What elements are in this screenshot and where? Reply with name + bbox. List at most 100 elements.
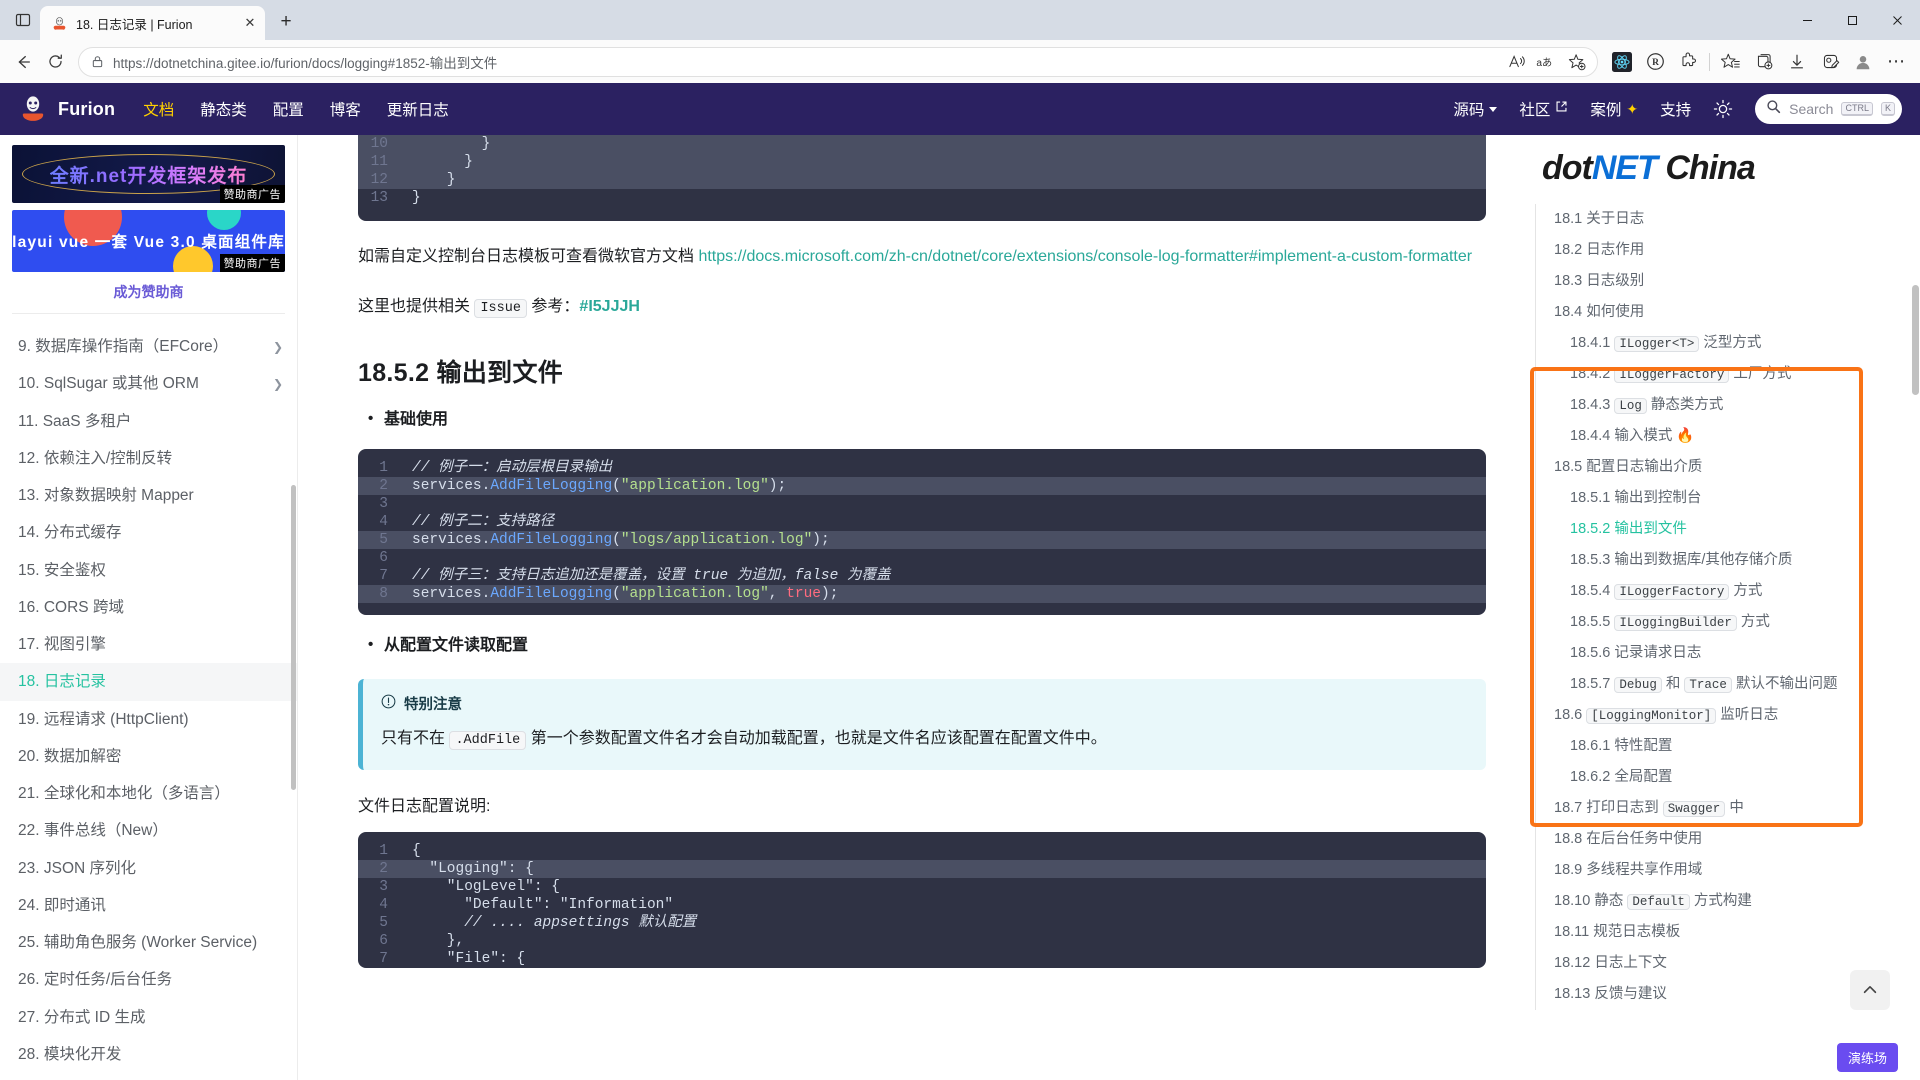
nav-cases-label: 案例	[1590, 102, 1622, 119]
sidebar-item-scheduler[interactable]: 26. 定时任务/后台任务	[0, 961, 297, 998]
react-devtools-icon[interactable]	[1606, 47, 1638, 77]
toc-item-18-5-5[interactable]: 18.5.5 ILoggingBuilder 方式	[1536, 607, 1920, 638]
extension-circle-icon[interactable]: R	[1639, 47, 1671, 77]
translate-icon[interactable]: aあ	[1533, 49, 1561, 75]
nav-item-source[interactable]: 源码	[1453, 98, 1498, 120]
sidebar-item-sqlsugar[interactable]: 10. SqlSugar 或其他 ORM ❯	[0, 365, 297, 402]
nav-item-config[interactable]: 配置	[273, 98, 304, 120]
favorites-icon[interactable]	[1715, 47, 1747, 77]
sidebar-item-mapper[interactable]: 13. 对象数据映射 Mapper	[0, 477, 297, 514]
sidebar-item-auth[interactable]: 15. 安全鉴权	[0, 552, 297, 589]
paragraph-issue: 这里也提供相关 Issue 参考：#I5JJJH	[358, 293, 1486, 323]
sidebar-item-di[interactable]: 12. 依赖注入/控制反转	[0, 440, 297, 477]
reload-icon[interactable]	[40, 47, 70, 77]
paragraph-console-formatter: 如需自定义控制台日志模板可查看微软官方文档 https://docs.micro…	[358, 243, 1486, 271]
sidebar-item-httpclient[interactable]: 19. 远程请求 (HttpClient)	[0, 701, 297, 738]
microsoft-docs-link[interactable]: https://docs.microsoft.com/zh-cn/dotnet/…	[698, 248, 1472, 265]
page-scrollbar[interactable]	[1912, 285, 1919, 395]
toc-item-18-4-2[interactable]: 18.4.2 ILoggerFactory 工厂方式	[1536, 359, 1920, 390]
sidebar-item-viewengine[interactable]: 17. 视图引擎	[0, 626, 297, 663]
tab-search-icon[interactable]	[6, 3, 40, 37]
maximize-icon[interactable]	[1830, 4, 1875, 36]
sidebar-item-cors[interactable]: 16. CORS 跨域	[0, 589, 297, 626]
sidebar-item-efcore[interactable]: 9. 数据库操作指南（EFCore） ❯	[0, 328, 297, 365]
sidebar-item-clay[interactable]: 29. 粘土对象	[0, 1073, 297, 1080]
nav-item-static[interactable]: 静态类	[200, 98, 247, 120]
toc-item-18-7[interactable]: 18.7 打印日志到 Swagger 中	[1536, 793, 1920, 824]
toc-item-18-5-6[interactable]: 18.5.6 记录请求日志	[1536, 638, 1920, 669]
collections-icon[interactable]	[1748, 47, 1780, 77]
ad-circle-teal	[207, 210, 241, 230]
sidebar-item-idgen[interactable]: 27. 分布式 ID 生成	[0, 999, 297, 1036]
sponsor-ad-1-tag: 赞助商广告	[219, 185, 285, 203]
nav-item-blog[interactable]: 博客	[330, 98, 361, 120]
nav-item-cases[interactable]: 案例 ✦	[1590, 98, 1638, 120]
nav-item-support[interactable]: 支持	[1660, 98, 1691, 120]
toc-item-18-6-2[interactable]: 18.6.2 全局配置	[1536, 762, 1920, 793]
sun-icon[interactable]	[1713, 99, 1733, 119]
sidebar-item-logging[interactable]: 18. 日志记录	[0, 663, 297, 701]
close-icon[interactable]: ✕	[241, 14, 259, 32]
toc-item-18-6-1[interactable]: 18.6.1 特性配置	[1536, 731, 1920, 762]
sidebar-item-json[interactable]: 23. JSON 序列化	[0, 850, 297, 887]
notice-text: 第一个参数配置文件名才会自动加载配置，也就是文件名应该配置在配置文件中。	[526, 730, 1107, 747]
toc-item-18-8[interactable]: 18.8 在后台任务中使用	[1536, 824, 1920, 855]
add-favorite-icon[interactable]	[1563, 49, 1591, 75]
address-bar[interactable]: https://dotnetchina.gitee.io/furion/docs…	[78, 46, 1598, 77]
downloads-icon[interactable]	[1781, 47, 1813, 77]
sidebar-item-worker[interactable]: 25. 辅助角色服务 (Worker Service)	[0, 924, 297, 961]
nav-item-community[interactable]: 社区	[1519, 98, 1568, 120]
toc-item-18-9[interactable]: 18.9 多线程共享作用域	[1536, 855, 1920, 886]
sidebar-item-crypto[interactable]: 20. 数据加解密	[0, 738, 297, 775]
toc-item-18-2[interactable]: 18.2 日志作用	[1536, 235, 1920, 266]
nav-item-docs[interactable]: 文档	[143, 98, 174, 120]
sidebar-item-cache[interactable]: 14. 分布式缓存	[0, 514, 297, 551]
logo-china: China	[1665, 149, 1755, 187]
sponsor-ad-2[interactable]: layui vue 一套 Vue 3.0 桌面组件库 赞助商广告	[12, 210, 285, 272]
browser-tab[interactable]: 18. 日志记录 | Furion ✕	[40, 6, 265, 40]
settings-more-icon[interactable]: ⋯	[1880, 47, 1912, 77]
furion-logo-icon	[18, 94, 48, 124]
sidebar-item-realtime[interactable]: 24. 即时通讯	[0, 887, 297, 924]
toc-item-18-4-3[interactable]: 18.4.3 Log 静态类方式	[1536, 390, 1920, 421]
toc-item-18-4-1[interactable]: 18.4.1 ILogger<T> 泛型方式	[1536, 328, 1920, 359]
paragraph-text: 这里也提供相关	[358, 298, 475, 315]
sponsor-ad-1[interactable]: 全新.net开发框架发布 赞助商广告	[12, 145, 285, 203]
code-line-number: 11	[370, 154, 388, 170]
edit-image-icon[interactable]	[1814, 47, 1846, 77]
toc-item-18-4-4[interactable]: 18.4.4 输入模式 🔥	[1536, 421, 1920, 452]
toc-item-18-5-1[interactable]: 18.5.1 输出到控制台	[1536, 483, 1920, 514]
toc-item-18-6[interactable]: 18.6 [LoggingMonitor] 监听日志	[1536, 700, 1920, 731]
toc-item-18-1[interactable]: 18.1 关于日志	[1536, 204, 1920, 235]
toc-item-18-10[interactable]: 18.10 静态 Default 方式构建	[1536, 886, 1920, 917]
issue-link[interactable]: #I5JJJH	[579, 298, 640, 315]
become-sponsor-link[interactable]: 成为赞助商	[12, 272, 285, 314]
back-icon[interactable]	[8, 47, 38, 77]
sidebar-item-i18n[interactable]: 21. 全球化和本地化（多语言）	[0, 775, 297, 812]
brand[interactable]: Furion	[18, 94, 115, 124]
sidebar-scrollbar[interactable]	[291, 485, 296, 790]
back-to-top-button[interactable]	[1850, 970, 1890, 1010]
extensions-puzzle-icon[interactable]	[1672, 47, 1704, 77]
toc-item-18-5-4[interactable]: 18.5.4 ILoggerFactory 方式	[1536, 576, 1920, 607]
toc-item-18-5-2[interactable]: 18.5.2 输出到文件	[1536, 514, 1920, 545]
new-tab-button[interactable]: +	[271, 7, 301, 37]
profile-avatar-icon[interactable]	[1847, 47, 1879, 77]
minimize-icon[interactable]	[1785, 4, 1830, 36]
sidebar-item-label: 19. 远程请求 (HttpClient)	[18, 710, 189, 728]
demo-playground-badge[interactable]: 演练场	[1836, 1043, 1898, 1072]
toc-item-18-4[interactable]: 18.4 如何使用	[1536, 297, 1920, 328]
toc-item-18-5[interactable]: 18.5 配置日志输出介质	[1536, 452, 1920, 483]
sidebar-item-saas[interactable]: 11. SaaS 多租户	[0, 403, 297, 440]
toc-item-18-5-3[interactable]: 18.5.3 输出到数据库/其他存储介质	[1536, 545, 1920, 576]
sidebar-item-modular[interactable]: 28. 模块化开发	[0, 1036, 297, 1073]
sidebar-item-eventbus[interactable]: 22. 事件总线（New）	[0, 812, 297, 849]
nav-item-changelog[interactable]: 更新日志	[387, 98, 449, 120]
read-aloud-icon[interactable]	[1503, 49, 1531, 75]
toc-item-18-5-7[interactable]: 18.5.7 Debug 和 Trace 默认不输出问题	[1536, 669, 1920, 700]
code-line: 4 "Default": "Information"	[358, 896, 1486, 914]
search-input[interactable]: Search CTRL K	[1755, 94, 1902, 124]
close-window-icon[interactable]	[1875, 4, 1920, 36]
toc-item-18-11[interactable]: 18.11 规范日志模板	[1536, 917, 1920, 948]
toc-item-18-3[interactable]: 18.3 日志级别	[1536, 266, 1920, 297]
